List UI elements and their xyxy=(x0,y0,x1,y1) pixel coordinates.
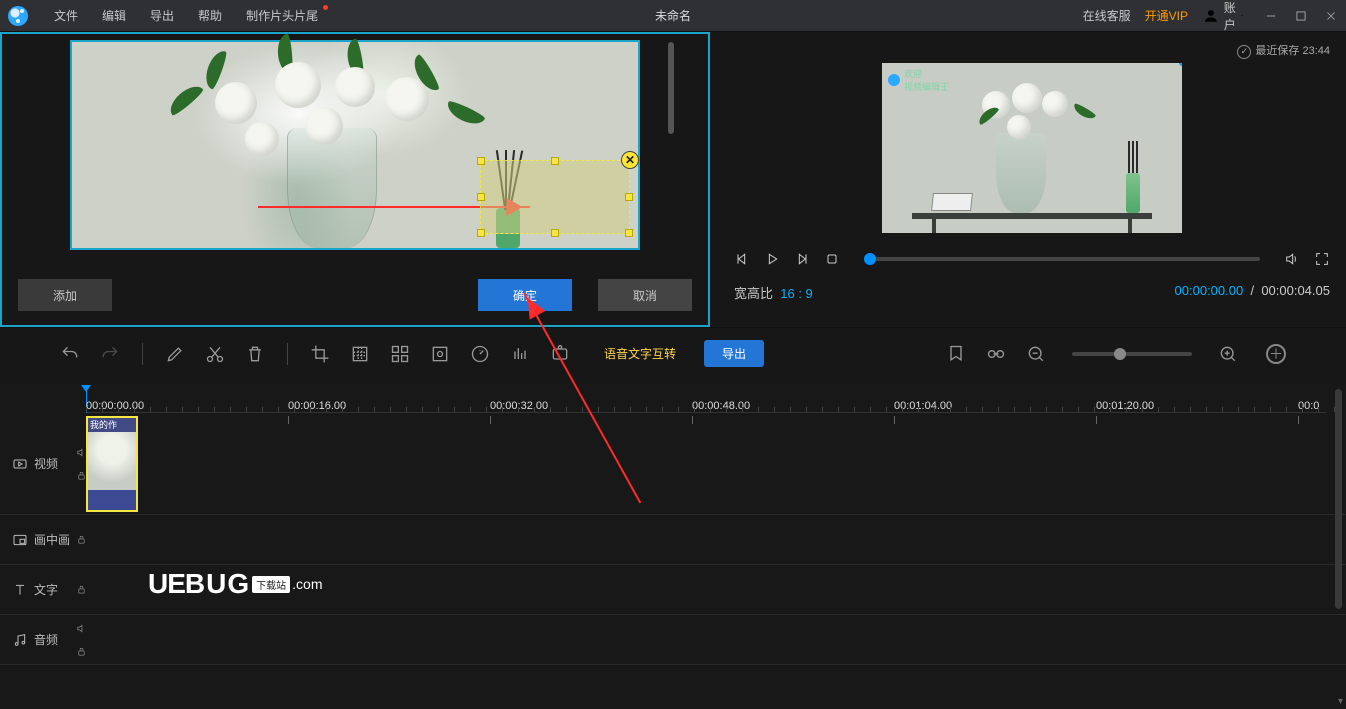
lock-icon[interactable] xyxy=(76,534,87,545)
close-icon[interactable] xyxy=(1324,9,1338,23)
confirm-button[interactable]: 确定 xyxy=(478,279,572,311)
ratio-label: 宽高比 xyxy=(734,286,773,301)
ratio-value: 16 : 9 xyxy=(780,286,813,301)
main-menu: 文件 编辑 导出 帮助 制作片头片尾 xyxy=(42,7,330,24)
top-menu-bar: 文件 编辑 导出 帮助 制作片头片尾 未命名 在线客服 开通VIP 账户 xyxy=(0,0,1346,32)
audio-track-icon xyxy=(12,632,28,648)
zoom-out-button[interactable] xyxy=(1026,344,1046,364)
project-title: 未命名 xyxy=(655,7,691,24)
pen-button[interactable] xyxy=(165,344,185,364)
ruler-tick: 00:00:32.00 xyxy=(490,400,548,412)
export-button[interactable]: 导出 xyxy=(704,340,764,367)
lock-icon[interactable] xyxy=(76,584,87,595)
video-clip[interactable]: 我的作 xyxy=(86,416,138,512)
pip-track-label: 画中画 xyxy=(34,531,70,548)
zoom-slider[interactable] xyxy=(1072,352,1192,356)
marker-button[interactable] xyxy=(946,344,966,364)
text-track[interactable]: 文字 xyxy=(0,565,1346,615)
zoom-in-button[interactable] xyxy=(1218,344,1238,364)
link-button[interactable] xyxy=(986,344,1006,364)
audio-track[interactable]: 音频 xyxy=(0,615,1346,665)
menu-edit[interactable]: 编辑 xyxy=(90,7,138,24)
timeline-scrollbar[interactable] xyxy=(1335,389,1342,609)
mosaic-canvas[interactable]: ✕ xyxy=(70,40,640,250)
volume-button[interactable] xyxy=(1284,251,1300,267)
canvas-scrollbar[interactable] xyxy=(668,42,674,134)
chevron-down-icon xyxy=(1240,11,1244,21)
record-button[interactable] xyxy=(550,344,570,364)
prev-frame-button[interactable] xyxy=(734,251,750,267)
undo-button[interactable] xyxy=(60,344,80,364)
cancel-button[interactable]: 取消 xyxy=(598,279,692,311)
menu-help[interactable]: 帮助 xyxy=(186,7,234,24)
time-display: 00:00:00.00 / 00:00:04.05 xyxy=(1175,283,1330,302)
pip-track-icon xyxy=(12,532,28,548)
video-track-label: 视频 xyxy=(34,455,58,472)
menu-file[interactable]: 文件 xyxy=(42,7,90,24)
edit-toolbar: 语音文字互转 导出 ＋ xyxy=(0,327,1346,379)
lock-icon[interactable] xyxy=(76,646,87,657)
online-customer-service-link[interactable]: 在线客服 xyxy=(1083,7,1131,24)
stop-button[interactable] xyxy=(824,251,840,267)
open-vip-link[interactable]: 开通VIP xyxy=(1145,7,1188,24)
fullscreen-button[interactable] xyxy=(1314,251,1330,267)
user-icon xyxy=(1202,7,1220,25)
next-frame-button[interactable] xyxy=(794,251,810,267)
video-preview[interactable]: 欢迎视频编辑王 xyxy=(882,63,1182,233)
zoom-fit-button[interactable]: ＋ xyxy=(1266,344,1286,364)
audio-track-label: 音频 xyxy=(34,631,58,648)
account-menu[interactable]: 账户 xyxy=(1202,0,1244,33)
menu-export[interactable]: 导出 xyxy=(138,7,186,24)
text-to-speech-button[interactable]: 语音文字互转 xyxy=(604,345,676,362)
preview-watermark-icon: 欢迎视频编辑王 xyxy=(888,67,949,93)
grid-button[interactable] xyxy=(390,344,410,364)
delete-button[interactable] xyxy=(245,344,265,364)
ruler-tick: 00:00:16.00 xyxy=(288,400,346,412)
mute-icon[interactable] xyxy=(76,623,87,634)
ruler-tick: 00:00:00.00 xyxy=(86,400,144,412)
audio-fx-button[interactable] xyxy=(510,344,530,364)
video-track-icon xyxy=(12,456,28,472)
timeline-ruler[interactable]: 00:00:00.00 00:00:16.00 00:00:32.00 00:0… xyxy=(86,379,1326,413)
account-label: 账户 xyxy=(1224,0,1236,33)
clip-label: 我的作 xyxy=(88,418,136,432)
play-button[interactable] xyxy=(764,251,780,267)
video-track[interactable]: 视频 我的作 xyxy=(0,413,1346,515)
redo-button[interactable] xyxy=(100,344,120,364)
speed-button[interactable] xyxy=(470,344,490,364)
preview-panel: 最近保存 23:44 欢迎视频编辑王 xyxy=(710,32,1346,327)
maximize-icon[interactable] xyxy=(1294,9,1308,23)
text-track-label: 文字 xyxy=(34,581,58,598)
mosaic-selection-box[interactable]: ✕ xyxy=(480,160,630,234)
minimize-icon[interactable] xyxy=(1264,9,1278,23)
playback-slider[interactable] xyxy=(864,257,1260,261)
text-track-icon xyxy=(12,582,28,598)
mosaic-button[interactable] xyxy=(350,344,370,364)
autosave-status: 最近保存 23:44 xyxy=(734,42,1330,59)
delete-mosaic-icon[interactable]: ✕ xyxy=(621,151,639,169)
aspect-ratio[interactable]: 宽高比 16 : 9 xyxy=(734,283,813,302)
app-logo-icon xyxy=(8,6,28,26)
mosaic-editor-panel: ✕ 添加 确定 取消 xyxy=(0,32,710,327)
add-button[interactable]: 添加 xyxy=(18,279,112,311)
pip-track[interactable]: 画中画 xyxy=(0,515,1346,565)
crop-button[interactable] xyxy=(310,344,330,364)
current-time: 00:00:00.00 xyxy=(1175,283,1244,298)
cut-button[interactable] xyxy=(205,344,225,364)
frame-button[interactable] xyxy=(430,344,450,364)
scroll-down-icon[interactable]: ▾ xyxy=(1338,696,1343,707)
timeline: 00:00:00.00 00:00:16.00 00:00:32.00 00:0… xyxy=(0,379,1346,709)
menu-make-intro-outro[interactable]: 制作片头片尾 xyxy=(234,7,330,24)
total-time: 00:00:04.05 xyxy=(1261,283,1330,298)
